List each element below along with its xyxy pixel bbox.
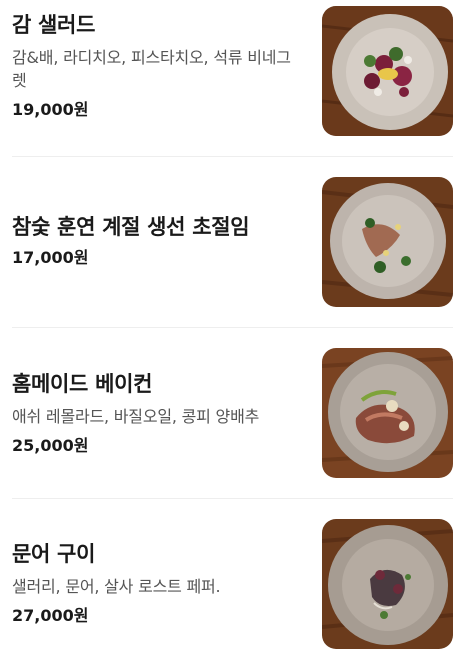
menu-item-name: 감 샐러드 — [12, 13, 96, 37]
menu-list: 감 샐러드 감&배, 라디치오, 피스타치오, 석류 비네그렛 19,000원 — [0, 0, 461, 667]
fish-dish-image — [322, 177, 453, 307]
menu-item-description: 애쉬 레몰라드, 바질오일, 콩피 양배추 — [12, 407, 260, 426]
menu-item-name: 홈메이드 베이컨 — [12, 372, 153, 396]
menu-item-price: 25,000원 — [12, 436, 89, 455]
fish-dish-photo[interactable] — [322, 177, 453, 307]
octopus-dish-photo[interactable] — [322, 519, 453, 649]
bacon-dish-photo[interactable] — [322, 348, 453, 478]
menu-item-text: 문어 구이 샐러리, 문어, 살사 로스트 페퍼. 27,000원 — [12, 541, 302, 626]
divider — [12, 498, 453, 499]
divider — [12, 156, 453, 157]
menu-item-name: 문어 구이 — [12, 542, 96, 566]
menu-item-price: 19,000원 — [12, 100, 89, 119]
menu-item-text: 홈메이드 베이컨 애쉬 레몰라드, 바질오일, 콩피 양배추 25,000원 — [12, 371, 302, 456]
bacon-dish-image — [322, 348, 453, 478]
menu-item-description: 샐러리, 문어, 살사 로스트 페퍼. — [12, 577, 221, 596]
menu-item-description: 감&배, 라디치오, 피스타치오, 석류 비네그렛 — [12, 48, 291, 90]
menu-item-name: 참숯 훈연 계절 생선 초절임 — [12, 215, 250, 239]
menu-item-text: 감 샐러드 감&배, 라디치오, 피스타치오, 석류 비네그렛 19,000원 — [12, 12, 302, 120]
menu-item-price: 17,000원 — [12, 248, 89, 267]
salad-dish-photo[interactable] — [322, 6, 453, 136]
salad-dish-image — [322, 6, 453, 136]
menu-item-price: 27,000원 — [12, 606, 89, 625]
menu-item-text: 참숯 훈연 계절 생선 초절임 17,000원 — [12, 214, 302, 268]
octopus-dish-image — [322, 519, 453, 649]
divider — [12, 327, 453, 328]
